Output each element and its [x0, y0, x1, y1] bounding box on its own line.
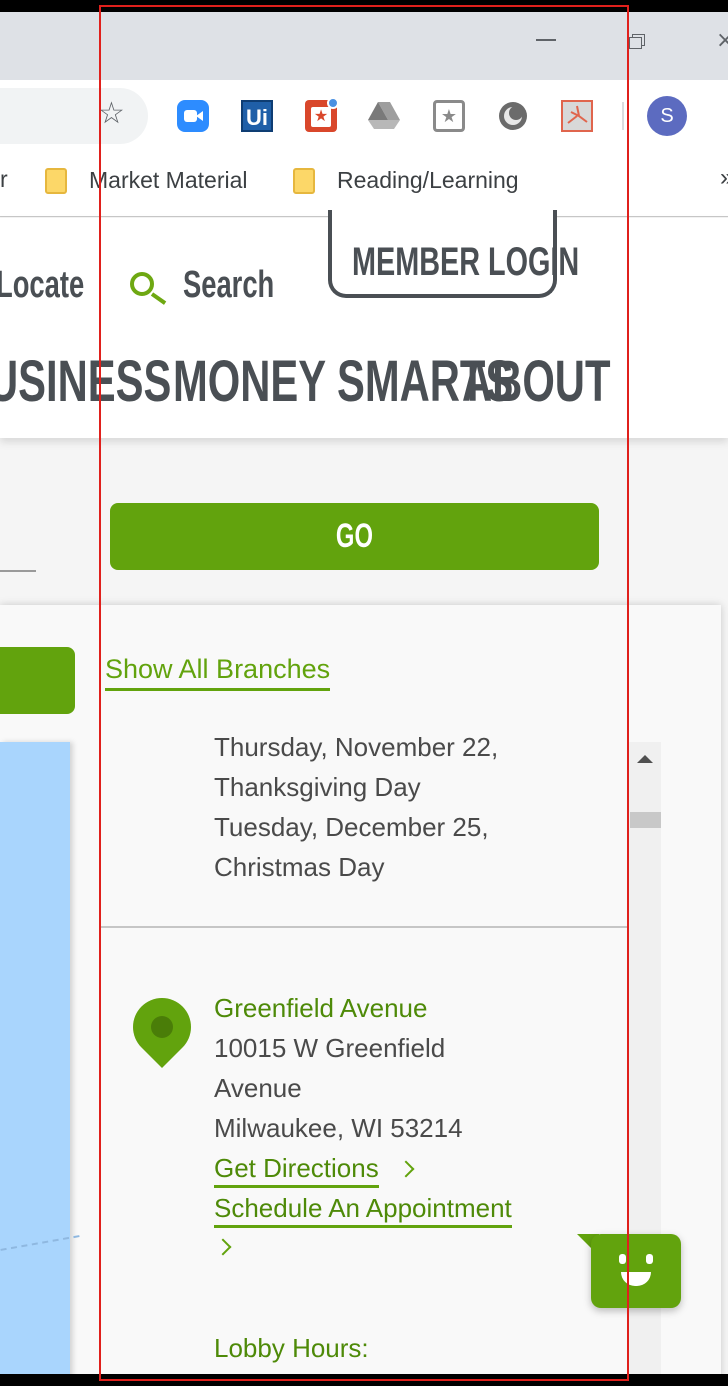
branch-address-line: Milwaukee, WI 53214	[214, 1113, 463, 1143]
screen-bottom-edge	[0, 1374, 728, 1386]
chat-face-mouth	[621, 1272, 651, 1286]
chat-widget-button[interactable]	[591, 1234, 681, 1308]
go-button-label: GO	[335, 517, 374, 555]
chat-face-eye	[619, 1254, 626, 1264]
search-link[interactable]: Search	[183, 264, 274, 307]
branch-address-line: Avenue	[214, 1073, 302, 1103]
browser-toolbar: ☆ Ui ★ ★ S	[0, 80, 728, 150]
bookmarks-bar: r Market Material Reading/Learning »	[0, 150, 728, 217]
bookmark-market-material[interactable]: Market Material	[89, 166, 247, 194]
branch-address-line: 10015 W Greenfield	[214, 1033, 446, 1063]
search-icon[interactable]	[130, 272, 154, 296]
zoom-icon[interactable]	[177, 100, 209, 132]
site-header: Locate Search MEMBER LOGIN USINESS MONEY…	[0, 210, 728, 438]
scrollbar-thumb[interactable]	[630, 812, 661, 828]
pdf-icon[interactable]	[561, 100, 593, 132]
list-view-button[interactable]	[0, 647, 75, 714]
bookmarks-overflow-icon[interactable]: »	[720, 164, 728, 192]
scroll-up-arrow-icon[interactable]	[637, 755, 653, 763]
google-drive-icon[interactable]	[367, 100, 400, 132]
pocket-icon[interactable]: ★	[433, 100, 465, 132]
nav-business[interactable]: USINESS	[0, 348, 171, 415]
location-pin-dot	[151, 1016, 173, 1038]
holiday-line: Thanksgiving Day	[214, 772, 421, 802]
screen-top-edge	[0, 0, 728, 12]
folder-icon	[45, 168, 67, 194]
branch-map[interactable]	[0, 742, 80, 1386]
chat-face-eye	[646, 1254, 653, 1264]
red-extension-icon[interactable]: ★	[305, 97, 339, 132]
chevron-right-icon[interactable]	[214, 1238, 232, 1256]
branch-name[interactable]: Greenfield Avenue	[214, 988, 427, 1028]
schedule-appointment-link[interactable]: Schedule An Appointment	[214, 1191, 512, 1228]
go-button[interactable]: GO	[110, 503, 599, 570]
folder-icon	[293, 168, 315, 194]
restore-icon[interactable]	[629, 34, 645, 49]
bookmark-star-icon[interactable]: ☆	[98, 99, 125, 129]
toolbar-separator	[622, 102, 624, 130]
address-bar[interactable]	[0, 88, 148, 144]
browser-title-bar: ×	[0, 12, 728, 80]
show-all-branches-link[interactable]: Show All Branches	[105, 652, 331, 691]
uipath-icon[interactable]: Ui	[241, 100, 273, 132]
close-icon[interactable]: ×	[716, 30, 728, 52]
holiday-line: Thursday, November 22,	[214, 732, 499, 762]
bookmark-item-cut[interactable]: r	[0, 166, 8, 193]
branch-divider	[100, 926, 627, 928]
holiday-line: Tuesday, December 25,	[214, 812, 489, 842]
get-directions-link[interactable]: Get Directions	[214, 1151, 379, 1188]
chevron-right-icon[interactable]	[397, 1160, 415, 1178]
screen: × ☆ Ui ★ ★ S r Market Material Reading/L…	[0, 0, 728, 1386]
locate-link[interactable]: Locate	[0, 264, 84, 307]
map-road	[0, 1235, 80, 1251]
member-login-label[interactable]: MEMBER LOGIN	[352, 240, 579, 285]
circle-extension-icon[interactable]	[497, 100, 529, 132]
holiday-line: Christmas Day	[214, 852, 385, 882]
lobby-hours-heading: Lobby Hours:	[214, 1333, 369, 1363]
profile-avatar[interactable]: S	[647, 96, 687, 136]
minimize-icon[interactable]	[536, 39, 556, 41]
bookmark-reading-learning[interactable]: Reading/Learning	[337, 166, 519, 194]
nav-about[interactable]: ABOUT	[462, 348, 610, 415]
location-input[interactable]	[0, 570, 36, 572]
